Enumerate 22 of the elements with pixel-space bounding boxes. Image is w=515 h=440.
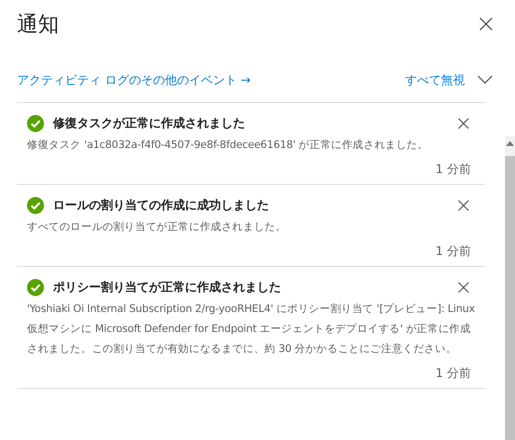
scroll-up-arrow-icon[interactable]	[506, 140, 514, 146]
notification-time: 1 分前	[436, 161, 471, 178]
scrollbar[interactable]	[505, 136, 515, 440]
check-circle-icon	[27, 197, 44, 214]
notification-time: 1 分前	[436, 243, 471, 260]
check-circle-icon	[27, 279, 44, 296]
notification-message: 'Yoshiaki Oi Internal Subscription 2/rg-yooRHEL4' にポリシー割り当て '[プレビュー]: Linux 仮想マシンに Microsoft Defender for Endpoint エージェントをデプロイする' が正常に作成されました。この割り当てが有効になるまでに、約 30 分かかることにご注意ください。	[27, 302, 475, 357]
notification-title: ロールの割り当ての作成に成功しました	[53, 197, 270, 214]
close-icon[interactable]	[458, 118, 469, 129]
notification-time: 1 分前	[436, 365, 471, 382]
activity-log-link[interactable]: アクティビティ ログのその他のイベント →	[17, 72, 405, 88]
chevron-icon[interactable]	[477, 75, 493, 85]
close-icon[interactable]	[458, 200, 469, 211]
notification-message: 修復タスク 'a1c8032a-f4f0-4507-9e8f-8fdecee61618' が正常に作成されました。	[27, 138, 430, 153]
notification-message: すべてのロールの割り当てが正常に作成されました。	[27, 220, 288, 235]
close-icon[interactable]	[479, 17, 493, 31]
check-circle-icon	[27, 115, 44, 132]
dismiss-all-button[interactable]: すべて無視	[405, 72, 465, 88]
panel-title: 通知	[17, 11, 59, 38]
notification-title: ポリシー割り当てが正常に作成されました	[53, 279, 282, 296]
close-icon[interactable]	[458, 282, 469, 293]
notification-title: 修復タスクが正常に作成されました	[53, 115, 246, 132]
